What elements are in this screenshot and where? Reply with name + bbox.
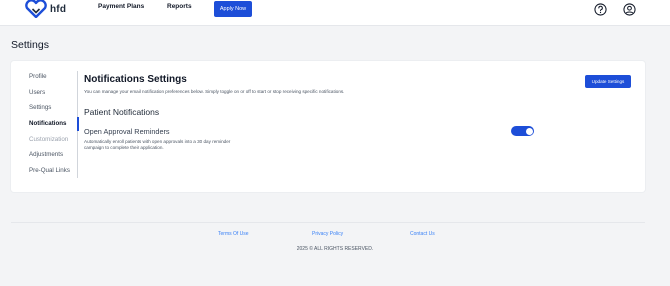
update-settings-button[interactable]: Update Settings xyxy=(585,75,631,88)
open-approval-reminders-title: Open Approval Reminders xyxy=(84,127,170,136)
page-title: Settings xyxy=(11,39,49,51)
toggle-knob xyxy=(525,127,533,135)
nav-payment-plans[interactable]: Payment Plans xyxy=(98,3,144,10)
notifications-settings-title: Notifications Settings xyxy=(84,74,187,85)
user-circle-icon[interactable] xyxy=(623,3,636,16)
page: hfd Payment Plans Reports Apply Now Sett… xyxy=(0,0,670,286)
nav-reports[interactable]: Reports xyxy=(167,3,192,10)
patient-notifications-heading: Patient Notifications xyxy=(84,107,160,117)
sidebar-item-notifications[interactable]: Notifications xyxy=(29,119,91,129)
logo-text: hfd xyxy=(50,3,67,15)
open-approval-reminders-toggle[interactable] xyxy=(511,126,534,136)
sidebar-item-profile[interactable]: Profile xyxy=(29,72,91,82)
copyright-text: 2025 © ALL RIGHTS RESERVED. xyxy=(296,246,374,252)
help-circle-icon[interactable] xyxy=(594,3,607,16)
footer-privacy-link[interactable]: Privacy Policy xyxy=(312,231,343,237)
open-approval-reminders-description: Automatically enroll patients with open … xyxy=(84,139,231,150)
sidebar-item-adjustments[interactable]: Adjustments xyxy=(29,150,91,160)
apply-now-button[interactable]: Apply Now xyxy=(214,1,252,17)
sidebar-active-indicator xyxy=(77,117,79,131)
notifications-settings-description: You can manage your email notification p… xyxy=(84,89,345,94)
top-navigation-bar: hfd Payment Plans Reports Apply Now xyxy=(0,0,670,26)
footer-divider xyxy=(11,222,645,223)
sidebar-item-users[interactable]: Users xyxy=(29,88,91,98)
heart-logo-icon xyxy=(25,0,47,18)
sidebar-item-settings[interactable]: Settings xyxy=(29,103,91,113)
footer-contact-link[interactable]: Contact Us xyxy=(410,231,435,237)
footer-terms-link[interactable]: Terms Of Use xyxy=(218,231,249,237)
sidebar-item-customization: Customization xyxy=(29,136,69,143)
sidebar-item-pre-qual-links[interactable]: Pre-Qual Links xyxy=(29,166,91,176)
settings-card: Profile Users Settings Notifications Cus… xyxy=(11,61,645,192)
logo[interactable]: hfd xyxy=(25,0,66,18)
